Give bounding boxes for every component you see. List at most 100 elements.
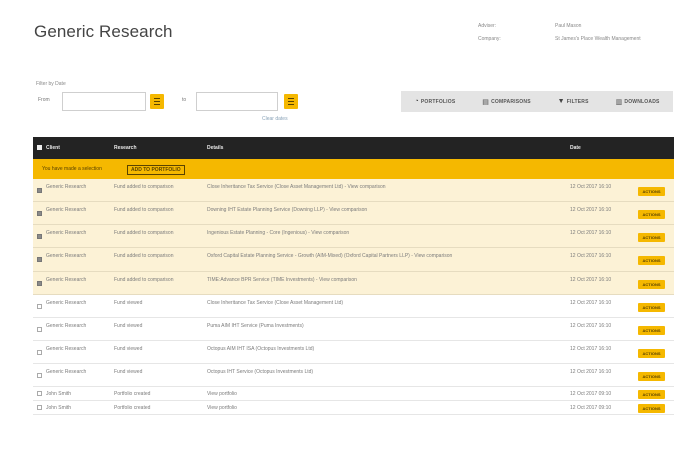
date-cell: 12 Oct 2017 09:10 <box>570 405 612 411</box>
actions-button[interactable]: ACTIONS <box>638 326 665 335</box>
comparisons-button[interactable]: ▤ COMPARISONS <box>482 98 530 106</box>
actions-button[interactable]: ACTIONS <box>638 404 665 413</box>
actions-button[interactable]: ACTIONS <box>638 210 665 219</box>
column-header-details[interactable]: Details <box>207 145 223 151</box>
date-cell: 12 Oct 2017 16:10 <box>570 369 612 375</box>
research-cell: Fund added to comparison <box>114 184 174 190</box>
client-cell: Generic Research <box>46 253 87 259</box>
row-checkbox[interactable] <box>37 211 42 216</box>
comparisons-label: COMPARISONS <box>491 98 531 105</box>
add-to-portfolio-button[interactable]: ADD TO PORTFOLIO <box>127 165 185 175</box>
research-cell: Fund added to comparison <box>114 253 174 259</box>
details-cell[interactable]: Close Inheritance Tax Service (Close Ass… <box>207 183 557 191</box>
actions-button[interactable]: ACTIONS <box>638 280 665 289</box>
date-cell: 12 Oct 2017 09:10 <box>570 391 612 397</box>
row-checkbox[interactable] <box>37 350 42 355</box>
details-cell[interactable]: View portfolio <box>207 390 557 398</box>
client-cell: Generic Research <box>46 323 87 329</box>
calendar-icon-line <box>288 104 294 105</box>
row-checkbox[interactable] <box>37 304 42 309</box>
table-body: Generic Research Fund added to comparison… <box>33 179 674 415</box>
row-checkbox[interactable] <box>37 257 42 262</box>
details-cell[interactable]: View portfolio <box>207 404 557 412</box>
date-cell: 12 Oct 2017 16:10 <box>570 277 612 283</box>
table-row[interactable]: Generic Research Fund added to comparison… <box>33 202 674 225</box>
research-cell: Fund viewed <box>114 300 143 306</box>
client-cell: Generic Research <box>46 277 87 283</box>
adviser-value: Paul Mason <box>555 23 582 29</box>
date-cell: 12 Oct 2017 16:10 <box>570 207 612 213</box>
row-checkbox[interactable] <box>37 281 42 286</box>
bulk-action-bar: You have made a selection ADD TO PORTFOL… <box>33 159 674 179</box>
details-cell[interactable]: Close Inheritance Tax Service (Close Ass… <box>207 299 557 307</box>
row-checkbox[interactable] <box>37 405 42 410</box>
actions-button[interactable]: ACTIONS <box>638 372 665 381</box>
research-cell: Fund viewed <box>114 346 143 352</box>
calendar-icon <box>154 98 160 99</box>
download-icon: ▥ <box>615 98 623 106</box>
column-header-client[interactable]: Client <box>46 145 60 151</box>
portfolios-label: PORTFOLIOS <box>420 98 456 105</box>
comparison-icon: ▤ <box>482 98 490 106</box>
to-calendar-button[interactable] <box>284 94 298 109</box>
details-cell[interactable]: Downing IHT Estate Planning Service (Dow… <box>207 206 557 214</box>
table-row[interactable]: Generic Research Fund added to comparison… <box>33 272 674 295</box>
details-cell[interactable]: Puma AIM IHT Service (Puma Investments) <box>207 322 557 330</box>
filters-button[interactable]: ▼ FILTERS <box>558 98 589 105</box>
row-checkbox[interactable] <box>37 327 42 332</box>
portfolios-button[interactable]: ◔ PORTFOLIOS <box>414 98 455 105</box>
downloads-button[interactable]: ▥ DOWNLOADS <box>616 98 660 106</box>
select-all-checkbox[interactable] <box>37 145 42 150</box>
details-cell[interactable]: Octopus AIM IHT ISA (Octopus Investments… <box>207 345 557 353</box>
details-cell[interactable]: Ingenious Estate Planning - Core (Ingeni… <box>207 229 557 237</box>
calendar-icon-line <box>154 101 160 102</box>
table-row[interactable]: Generic Research Fund viewed Puma AIM IHT … <box>33 318 674 341</box>
details-cell[interactable]: TIME:Advance BPR Service (TIME Investmen… <box>207 276 557 284</box>
to-date-input[interactable] <box>196 92 278 111</box>
table-header: Client Research Details Date <box>33 137 674 159</box>
table-row[interactable]: John Smith Portfolio created View portfoli… <box>33 401 674 415</box>
adviser-row: Adviser: Paul Mason <box>478 22 674 30</box>
table-row[interactable]: Generic Research Fund viewed Close Inherit… <box>33 295 674 318</box>
client-cell: John Smith <box>46 405 72 411</box>
table-row[interactable]: Generic Research Fund viewed Octopus IHT S… <box>33 364 674 387</box>
details-cell[interactable]: Oxford Capital Estate Planning Service -… <box>207 252 557 260</box>
research-cell: Fund added to comparison <box>114 230 174 236</box>
details-cell[interactable]: Octopus IHT Service (Octopus Investments… <box>207 368 557 376</box>
from-calendar-button[interactable] <box>150 94 164 109</box>
filter-caption: Filter by Date <box>36 81 66 87</box>
client-cell: Generic Research <box>46 184 87 190</box>
calendar-icon <box>288 98 294 99</box>
table-row[interactable]: John Smith Portfolio created View portfoli… <box>33 387 674 401</box>
client-cell: Generic Research <box>46 346 87 352</box>
table-row[interactable]: Generic Research Fund added to comparison… <box>33 179 674 202</box>
from-label: From <box>38 97 50 103</box>
column-header-date[interactable]: Date <box>570 145 581 151</box>
research-table: Client Research Details Date You have ma… <box>33 137 674 415</box>
to-label: to <box>182 97 187 103</box>
actions-button[interactable]: ACTIONS <box>638 233 665 242</box>
row-checkbox[interactable] <box>37 391 42 396</box>
research-cell: Fund added to comparison <box>114 207 174 213</box>
table-row[interactable]: Generic Research Fund added to comparison… <box>33 225 674 248</box>
actions-button[interactable]: ACTIONS <box>638 187 665 196</box>
adviser-label: Adviser: <box>478 23 497 29</box>
actions-button[interactable]: ACTIONS <box>638 349 665 358</box>
row-checkbox[interactable] <box>37 188 42 193</box>
clear-dates-link[interactable]: Clear dates <box>262 116 288 122</box>
selection-message: You have made a selection <box>42 166 102 172</box>
date-cell: 12 Oct 2017 16:10 <box>570 184 612 190</box>
date-cell: 12 Oct 2017 16:10 <box>570 323 612 329</box>
table-row[interactable]: Generic Research Fund viewed Octopus AIM I… <box>33 341 674 364</box>
client-cell: Generic Research <box>46 300 87 306</box>
column-header-research[interactable]: Research <box>114 145 137 151</box>
row-checkbox[interactable] <box>37 373 42 378</box>
table-row[interactable]: Generic Research Fund added to comparison… <box>33 248 674 272</box>
actions-button[interactable]: ACTIONS <box>638 303 665 312</box>
from-date-input[interactable] <box>62 92 146 111</box>
row-checkbox[interactable] <box>37 234 42 239</box>
date-cell: 12 Oct 2017 16:10 <box>570 300 612 306</box>
actions-button[interactable]: ACTIONS <box>638 256 665 265</box>
calendar-icon-line <box>288 101 294 102</box>
actions-button[interactable]: ACTIONS <box>638 390 665 399</box>
